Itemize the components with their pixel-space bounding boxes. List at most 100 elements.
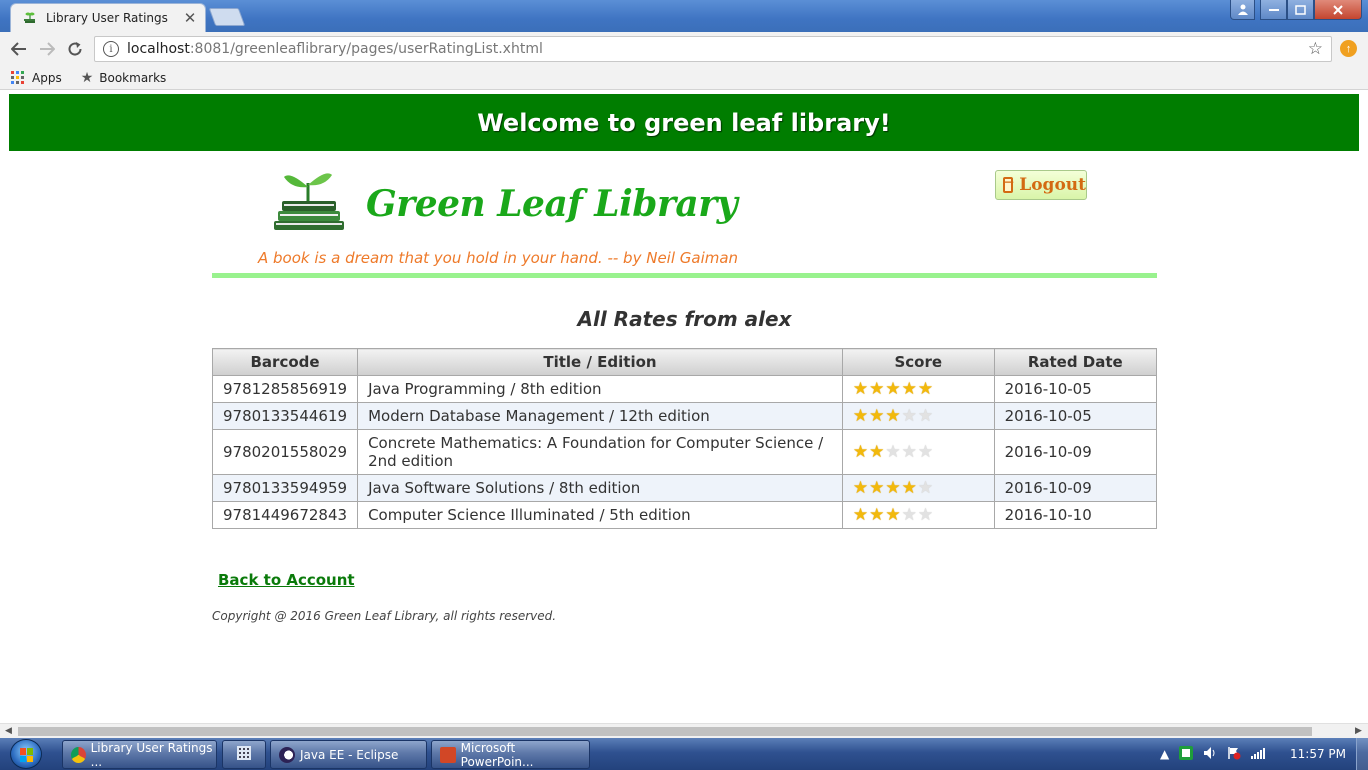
star-rating: ★ ★ ★ ★ ★ <box>853 507 933 524</box>
page-content: Welcome to green leaf library! Green Lea… <box>0 91 1368 723</box>
date-cell: 2016-10-05 <box>993 402 1158 430</box>
network-signal-icon[interactable] <box>1251 747 1266 762</box>
star-icon: ★ <box>80 69 94 86</box>
powerpoint-icon <box>440 746 456 763</box>
address-bar[interactable]: i localhost:8081/greenleaflibrary/pages/… <box>94 36 1332 62</box>
title-cell: Java Programming / 8th edition <box>357 375 843 403</box>
taskbar-item-calculator[interactable] <box>222 740 266 769</box>
close-icon[interactable] <box>1314 0 1362 20</box>
star-empty-icon: ★ <box>917 406 934 426</box>
star-filled-icon: ★ <box>869 379 885 399</box>
new-tab-button[interactable] <box>208 8 246 26</box>
star-empty-icon: ★ <box>917 505 934 525</box>
star-rating: ★ ★ ★ ★ ★ <box>853 408 933 425</box>
extension-icon[interactable]: ↑ <box>1340 40 1357 57</box>
windows-taskbar: Library User Ratings ... Java EE - Eclip… <box>0 738 1368 770</box>
browser-tab[interactable]: Library User Ratings ✕ <box>10 3 206 32</box>
bookmark-bookmarks[interactable]: ★ Bookmarks <box>81 70 167 86</box>
volume-icon[interactable] <box>1203 746 1217 763</box>
table-header-row: Barcode Title / Edition Score Rated Date <box>211 348 1158 376</box>
tagline-quote: A book is a dream that you hold in your … <box>258 249 739 267</box>
horizontal-scrollbar[interactable]: ◀ ▶ <box>0 723 1368 738</box>
table-row: 9780201558029 Concrete Mathematics: A Fo… <box>211 429 1158 475</box>
star-filled-icon: ★ <box>852 379 869 399</box>
windows-logo-icon <box>20 748 34 762</box>
bookmark-star-icon[interactable]: ☆ <box>1308 39 1323 59</box>
star-filled-icon: ★ <box>885 379 901 399</box>
star-empty-icon: ★ <box>917 478 934 498</box>
logout-button[interactable]: Logout <box>995 170 1087 200</box>
maximize-icon[interactable] <box>1287 0 1314 20</box>
star-filled-icon: ★ <box>901 379 917 399</box>
site-info-icon[interactable]: i <box>103 41 119 57</box>
logout-icon <box>1003 175 1014 193</box>
date-cell: 2016-10-09 <box>993 474 1158 502</box>
star-filled-icon: ★ <box>885 505 901 525</box>
taskbar-item-label: Microsoft PowerPoin... <box>460 740 534 769</box>
star-empty-icon: ★ <box>885 442 901 462</box>
star-filled-icon: ★ <box>852 442 869 462</box>
header-divider <box>212 273 1157 278</box>
back-to-account-link[interactable]: Back to Account <box>218 571 355 589</box>
welcome-banner: Welcome to green leaf library! <box>9 94 1359 151</box>
show-desktop-button[interactable] <box>1356 738 1368 770</box>
app-tray-icon[interactable] <box>1179 745 1194 763</box>
column-header-score[interactable]: Score <box>841 348 995 376</box>
barcode-cell: 9781449672843 <box>211 501 359 529</box>
title-cell: Modern Database Management / 12th editio… <box>357 402 843 430</box>
score-cell: ★ ★ ★ ★ ★ <box>841 501 995 529</box>
score-cell: ★ ★ ★ ★ ★ <box>841 402 995 430</box>
minimize-icon[interactable] <box>1260 0 1287 20</box>
taskbar-item-label: Library User Ratings ... <box>90 740 213 769</box>
scrollbar-thumb[interactable] <box>18 727 1312 736</box>
title-cell: Java Software Solutions / 8th edition <box>357 474 843 502</box>
bookmark-apps[interactable]: Apps <box>11 71 62 85</box>
star-filled-icon: ★ <box>869 406 885 426</box>
library-logo-text: Green Leaf Library <box>366 183 738 225</box>
taskbar-item-chrome[interactable]: Library User Ratings ... <box>62 740 217 769</box>
barcode-cell: 9781285856919 <box>211 375 359 403</box>
column-header-date[interactable]: Rated Date <box>993 348 1158 376</box>
eclipse-icon <box>279 746 295 763</box>
bookmarks-bar: Apps ★ Bookmarks <box>0 66 1368 90</box>
table-row: 9781285856919 Java Programming / 8th edi… <box>211 375 1158 403</box>
star-filled-icon: ★ <box>852 478 869 498</box>
column-header-barcode[interactable]: Barcode <box>211 348 359 376</box>
table-row: 9780133544619 Modern Database Management… <box>211 402 1158 430</box>
barcode-cell: 9780201558029 <box>211 429 359 475</box>
start-button[interactable] <box>10 739 42 769</box>
system-clock[interactable]: 11:57 PM <box>1290 747 1346 761</box>
date-cell: 2016-10-09 <box>993 429 1158 475</box>
logout-label: Logout <box>1019 175 1086 195</box>
date-cell: 2016-10-10 <box>993 501 1158 529</box>
apps-grid-icon <box>11 71 24 84</box>
bookmark-apps-label: Apps <box>32 70 62 85</box>
scroll-right-icon[interactable]: ▶ <box>1355 725 1362 736</box>
taskbar-item-eclipse[interactable]: Java EE - Eclipse <box>270 740 427 769</box>
table-row: 9781449672843 Computer Science Illuminat… <box>211 501 1158 529</box>
library-favicon-icon <box>23 11 37 25</box>
user-icon[interactable] <box>1230 0 1255 20</box>
tab-close-icon[interactable]: ✕ <box>181 9 199 27</box>
star-rating: ★ ★ ★ ★ ★ <box>853 480 933 497</box>
action-center-flag-icon[interactable] <box>1227 746 1241 763</box>
url-host: localhost <box>127 41 190 57</box>
column-header-title[interactable]: Title / Edition <box>357 348 843 376</box>
taskbar-item-powerpoint[interactable]: Microsoft PowerPoin... <box>431 740 590 769</box>
forward-arrow-icon[interactable] <box>36 38 58 60</box>
star-filled-icon: ★ <box>917 379 934 399</box>
ratings-table: Barcode Title / Edition Score Rated Date… <box>211 348 1158 529</box>
title-cell: Computer Science Illuminated / 5th editi… <box>357 501 843 529</box>
reload-icon[interactable] <box>64 38 86 60</box>
star-filled-icon: ★ <box>869 478 885 498</box>
star-filled-icon: ★ <box>852 505 869 525</box>
back-arrow-icon[interactable] <box>8 38 30 60</box>
page-title: All Rates from alex <box>577 307 792 331</box>
table-row: 9780133594959 Java Software Solutions / … <box>211 474 1158 502</box>
barcode-cell: 9780133544619 <box>211 402 359 430</box>
star-empty-icon: ★ <box>901 406 917 426</box>
show-hidden-icons-icon[interactable]: ▲ <box>1160 747 1169 761</box>
star-filled-icon: ★ <box>885 406 901 426</box>
tab-title: Library User Ratings <box>46 11 168 25</box>
scroll-left-icon[interactable]: ◀ <box>5 725 12 736</box>
